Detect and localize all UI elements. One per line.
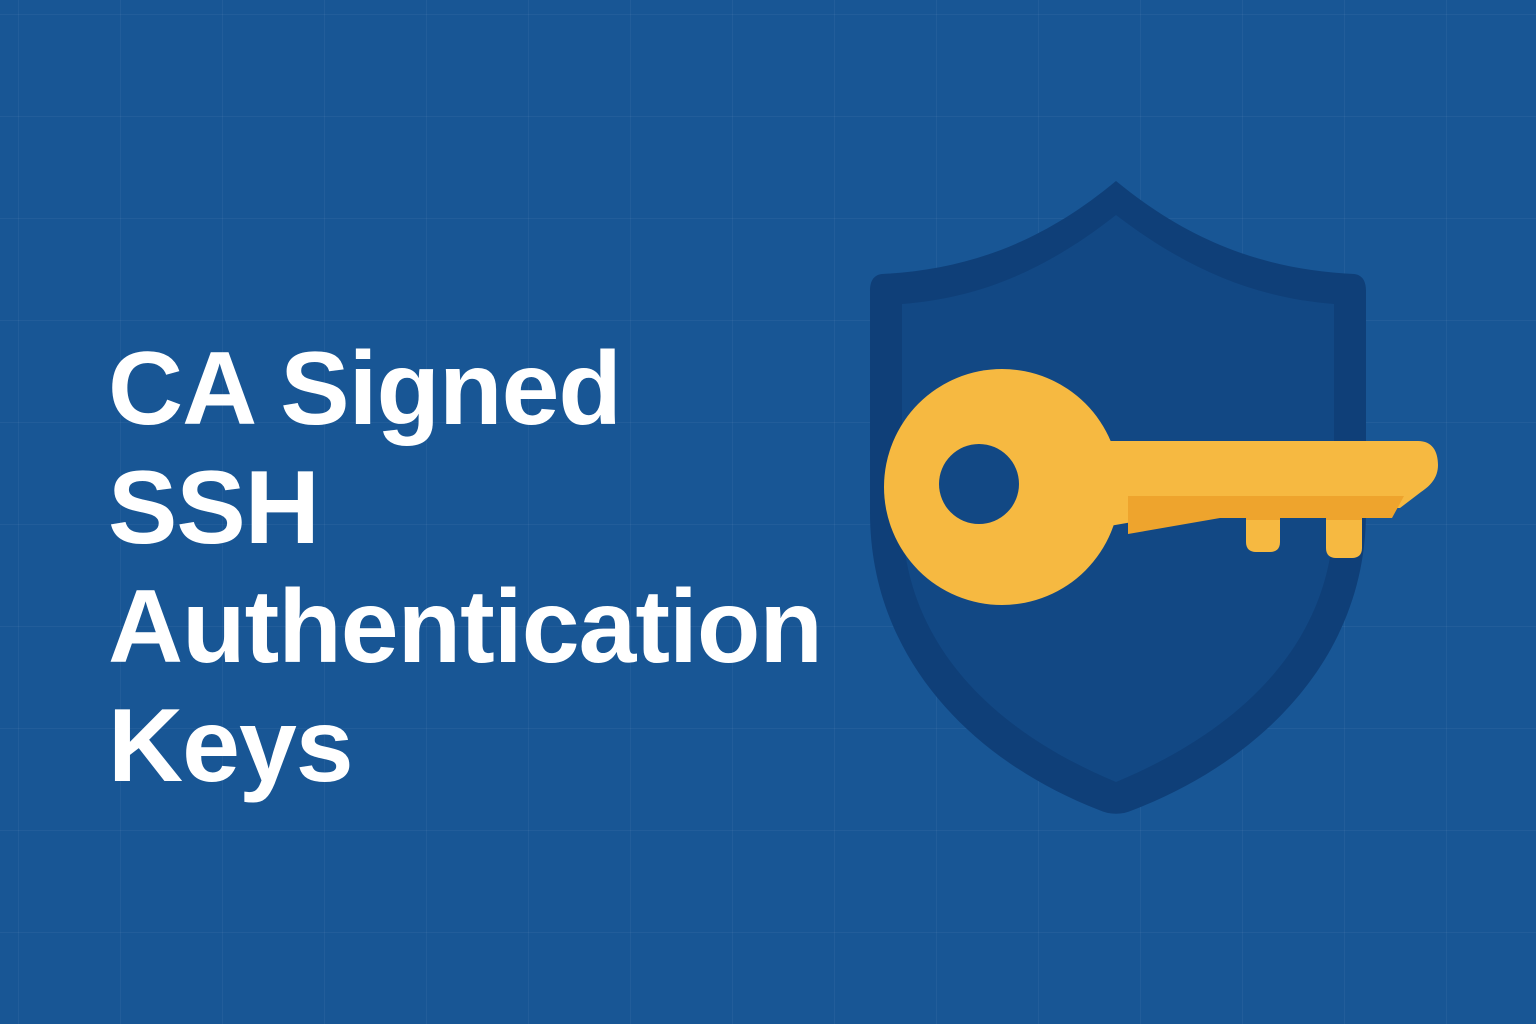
key-tooth-1-shade bbox=[1246, 506, 1280, 520]
key-tooth-2-shade bbox=[1326, 506, 1362, 520]
shield-icon bbox=[870, 181, 1438, 814]
banner-canvas: CA Signed SSH Authentication Keys bbox=[0, 0, 1536, 1024]
title-line-1: CA Signed bbox=[108, 331, 622, 447]
title-line-4: Keys bbox=[108, 688, 354, 805]
title: CA Signed SSH Authentication Keys bbox=[108, 330, 823, 806]
key-hole bbox=[939, 444, 1019, 524]
title-line-2: SSH bbox=[108, 450, 320, 567]
title-line-3: Authentication bbox=[108, 569, 823, 686]
